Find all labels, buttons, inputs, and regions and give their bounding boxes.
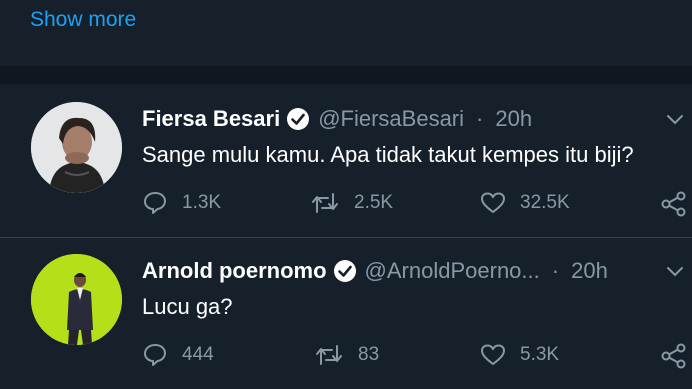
author-name[interactable]: Fiersa Besari	[142, 106, 280, 132]
author-handle[interactable]: @ArnoldPoerno...	[365, 258, 540, 284]
retweet-button[interactable]: 83	[314, 342, 379, 368]
separator-dot: ·	[476, 106, 484, 131]
tweet-actions: 1.3K 2.5K 32.5K	[142, 188, 692, 218]
retweet-button[interactable]: 2.5K	[310, 190, 393, 216]
reply-count: 444	[182, 344, 214, 365]
chevron-down-icon[interactable]	[664, 260, 686, 282]
retweet-count: 2.5K	[354, 192, 394, 213]
reply-icon	[144, 344, 166, 366]
chevron-down-icon[interactable]	[664, 108, 686, 130]
avatar-photo-icon	[31, 102, 122, 193]
section-divider	[0, 66, 692, 84]
retweet-icon	[312, 193, 338, 213]
tweet-timestamp[interactable]: 20h	[495, 106, 532, 132]
share-icon	[661, 343, 686, 369]
tweet-text: Lucu ga?	[142, 294, 233, 319]
share-button[interactable]	[660, 342, 692, 370]
like-count: 5.3K	[520, 344, 560, 365]
verified-badge-icon	[333, 260, 356, 282]
tweet-card[interactable]: Arnold poernomo @ArnoldPoerno... · 20h L…	[0, 238, 692, 389]
tweet-card[interactable]: Fiersa Besari @FiersaBesari · 20h Sange …	[0, 84, 692, 237]
reply-button[interactable]: 1.3K	[142, 190, 221, 216]
show-more-link[interactable]: Show more	[30, 8, 136, 32]
retweet-count: 83	[358, 344, 380, 365]
retweet-icon	[316, 345, 342, 365]
like-button[interactable]: 32.5K	[480, 190, 570, 216]
reply-button[interactable]: 444	[142, 342, 214, 368]
share-button[interactable]	[660, 190, 692, 218]
reply-count: 1.3K	[182, 192, 222, 213]
reply-icon	[144, 192, 166, 214]
tweet-header: Fiersa Besari @FiersaBesari · 20h	[142, 104, 532, 134]
separator-dot: ·	[551, 258, 560, 283]
verified-badge-icon	[287, 108, 310, 130]
author-name[interactable]: Arnold poernomo	[142, 258, 327, 284]
like-count: 32.5K	[520, 192, 570, 213]
avatar-photo-icon	[31, 254, 122, 345]
avatar[interactable]	[31, 254, 122, 345]
tweet-header: Arnold poernomo @ArnoldPoerno... · 20h	[142, 256, 608, 286]
share-icon	[661, 191, 686, 217]
like-button[interactable]: 5.3K	[480, 342, 559, 368]
author-handle[interactable]: @FiersaBesari	[318, 106, 464, 132]
heart-icon	[481, 344, 505, 365]
avatar[interactable]	[31, 102, 122, 193]
heart-icon	[481, 192, 505, 213]
tweet-timestamp[interactable]: 20h	[571, 258, 608, 284]
tweet-text: Sange mulu kamu. Apa tidak takut kempes …	[142, 142, 634, 167]
tweet-actions: 444 83 5.3K	[142, 340, 692, 370]
